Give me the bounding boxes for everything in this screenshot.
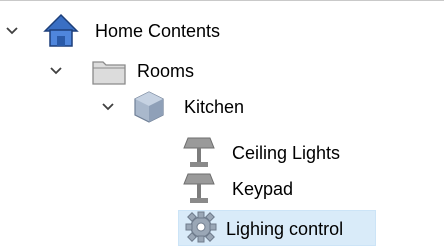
tree-item-label: Rooms — [137, 61, 195, 81]
home-icon — [43, 13, 79, 47]
lamp-icon — [183, 137, 215, 167]
gear-icon — [185, 211, 217, 243]
chevron-down-icon[interactable] — [4, 23, 20, 39]
tree-item-label: Keypad — [232, 179, 294, 199]
folder-icon — [92, 61, 126, 85]
tree-item-label: Ceiling Lights — [232, 143, 341, 163]
tree-item-rooms[interactable]: Rooms — [0, 52, 260, 90]
tree-view[interactable]: Home Contents Rooms Kitchen Ceiling Ligh… — [0, 0, 444, 247]
lamp-icon — [183, 173, 215, 203]
tree-item-keypad[interactable]: Keypad — [0, 170, 400, 208]
cube-icon — [134, 91, 164, 123]
tree-item-label: Home Contents — [95, 21, 221, 41]
chevron-down-icon[interactable] — [48, 63, 64, 79]
tree-item-kitchen[interactable]: Kitchen — [0, 88, 260, 126]
tree-item-label: Lighing control — [226, 219, 344, 239]
tree-item-label: Kitchen — [184, 97, 245, 117]
tree-item-ceiling-lights[interactable]: Ceiling Lights — [0, 134, 400, 172]
tree-item-home-contents[interactable]: Home Contents — [0, 12, 260, 50]
tree-item-lighting-control[interactable]: Lighing control — [0, 210, 400, 248]
chevron-down-icon[interactable] — [100, 99, 116, 115]
